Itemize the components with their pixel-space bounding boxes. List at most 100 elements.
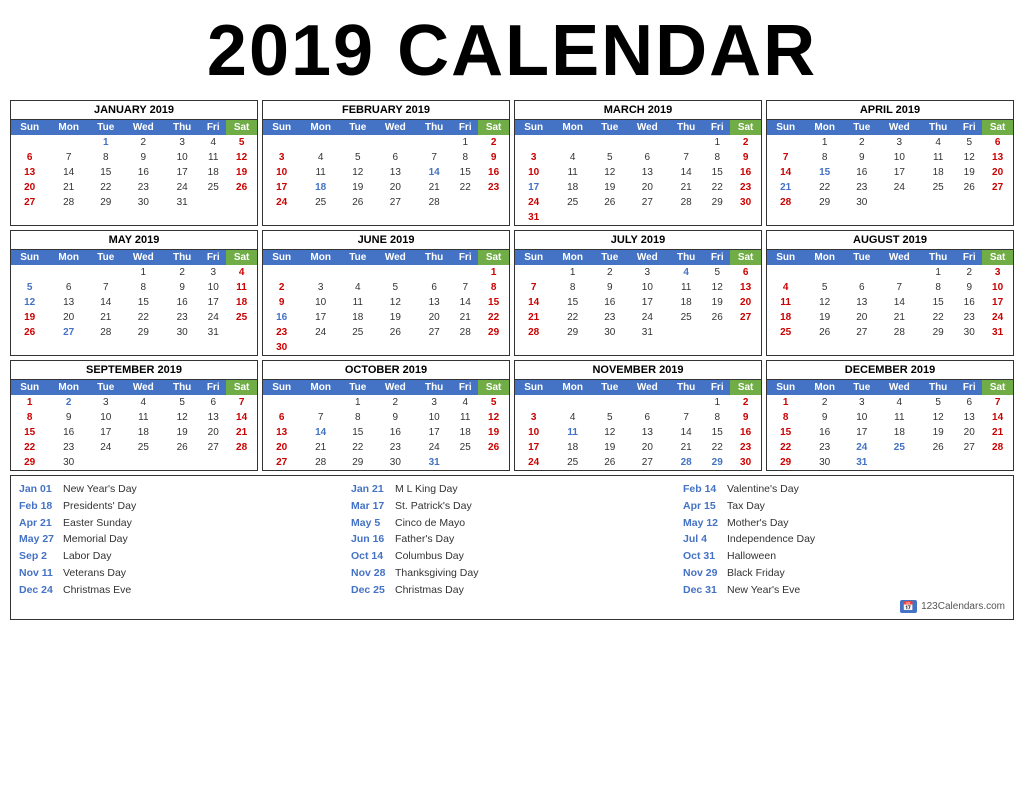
calendar-day: 5 <box>704 265 730 280</box>
calendar-day: 21 <box>515 310 552 325</box>
calendar-day: 19 <box>375 310 416 325</box>
calendar-day: 2 <box>375 395 416 410</box>
calendar-day: 10 <box>515 425 552 440</box>
holiday-date: Jun 16 <box>351 532 389 548</box>
calendar-day: 24 <box>263 195 300 210</box>
calendar-day <box>627 210 668 225</box>
calendar-day: 5 <box>478 395 509 410</box>
calendar-day: 19 <box>704 295 730 310</box>
day-header-mon: Mon <box>552 380 593 395</box>
calendar-day: 6 <box>200 395 226 410</box>
calendar-day <box>452 265 478 280</box>
calendar-day: 28 <box>416 195 452 210</box>
month-block-2: FEBRUARY 2019SunMonTueWedThuFriSat123456… <box>262 100 510 226</box>
day-header-sun: Sun <box>767 250 804 265</box>
calendar-day: 20 <box>627 180 668 195</box>
calendar-day: 28 <box>452 325 478 340</box>
calendar-day: 21 <box>89 310 123 325</box>
calendar-day: 26 <box>164 440 200 455</box>
calendar-day: 14 <box>452 295 478 310</box>
calendar-day: 13 <box>263 425 300 440</box>
holiday-name: Christmas Eve <box>63 583 131 599</box>
holiday-name: Independence Day <box>727 532 815 548</box>
day-header-sun: Sun <box>515 380 552 395</box>
calendar-day: 9 <box>48 410 89 425</box>
calendar-day: 5 <box>956 135 982 150</box>
day-header-tue: Tue <box>845 120 879 135</box>
calendar-day: 21 <box>668 180 704 195</box>
calendar-day: 24 <box>164 180 200 195</box>
calendar-day: 14 <box>416 165 452 180</box>
holiday-row: May 12Mother's Day <box>683 516 1005 532</box>
holiday-date: Jan 01 <box>19 482 57 498</box>
day-header-thu: Thu <box>416 380 452 395</box>
calendar-day: 28 <box>48 195 89 210</box>
calendar-day: 4 <box>552 410 593 425</box>
calendar-day: 12 <box>226 150 257 165</box>
day-header-sun: Sun <box>11 250 48 265</box>
calendar-day: 23 <box>956 310 982 325</box>
month-title: JANUARY 2019 <box>11 101 257 120</box>
calendar-day: 15 <box>920 295 956 310</box>
calendar-day: 6 <box>375 150 416 165</box>
calendar-day: 1 <box>804 135 845 150</box>
calendar-day: 2 <box>123 135 164 150</box>
calendar-day: 28 <box>982 440 1013 455</box>
calendar-day: 12 <box>804 295 845 310</box>
calendar-day: 11 <box>552 165 593 180</box>
calendar-day: 25 <box>552 455 593 470</box>
calendar-day: 24 <box>515 455 552 470</box>
calendar-day: 11 <box>668 280 704 295</box>
calendar-day: 20 <box>730 295 761 310</box>
calendar-day: 21 <box>416 180 452 195</box>
day-header-fri: Fri <box>704 120 730 135</box>
calendar-day: 5 <box>920 395 956 410</box>
calendar-day: 15 <box>11 425 48 440</box>
calendar-day: 15 <box>767 425 804 440</box>
calendar-day: 8 <box>452 150 478 165</box>
calendar-day: 13 <box>416 295 452 310</box>
calendar-day: 1 <box>341 395 375 410</box>
calendar-day: 6 <box>730 265 761 280</box>
calendar-day <box>956 455 982 470</box>
calendar-day: 27 <box>200 440 226 455</box>
calendar-day: 26 <box>341 195 375 210</box>
calendar-day: 27 <box>263 455 300 470</box>
calendar-day: 17 <box>263 180 300 195</box>
calendar-day: 15 <box>123 295 164 310</box>
calendar-day: 10 <box>627 280 668 295</box>
calendar-day: 31 <box>627 325 668 340</box>
calendar-day: 16 <box>845 165 879 180</box>
calendar-day: 7 <box>982 395 1013 410</box>
day-header-wed: Wed <box>375 250 416 265</box>
calendar-day: 24 <box>627 310 668 325</box>
holiday-row: Dec 25Christmas Day <box>351 583 673 599</box>
month-block-11: NOVEMBER 2019SunMonTueWedThuFriSat123456… <box>514 360 762 471</box>
day-header-thu: Thu <box>668 250 704 265</box>
calendar-day: 7 <box>879 280 920 295</box>
calendar-day: 22 <box>552 310 593 325</box>
calendar-day: 24 <box>89 440 123 455</box>
calendar-day: 6 <box>845 280 879 295</box>
calendar-day: 28 <box>515 325 552 340</box>
holiday-row: Apr 15Tax Day <box>683 499 1005 515</box>
calendar-day <box>879 455 920 470</box>
calendar-table: SunMonTueWedThuFriSat1234567891011121314… <box>767 250 1013 340</box>
holiday-name: Mother's Day <box>727 516 789 532</box>
calendar-day: 18 <box>300 180 341 195</box>
calendar-day: 13 <box>627 165 668 180</box>
calendar-day: 26 <box>920 440 956 455</box>
calendar-day: 8 <box>704 410 730 425</box>
calendar-day: 16 <box>48 425 89 440</box>
calendar-day: 3 <box>845 395 879 410</box>
calendar-day: 3 <box>515 410 552 425</box>
calendar-day: 11 <box>123 410 164 425</box>
calendar-day <box>11 135 48 150</box>
day-header-mon: Mon <box>804 380 845 395</box>
holiday-row: Mar 17St. Patrick's Day <box>351 499 673 515</box>
calendar-day: 9 <box>804 410 845 425</box>
calendar-day: 13 <box>375 165 416 180</box>
day-header-sat: Sat <box>730 250 761 265</box>
calendar-day: 22 <box>89 180 123 195</box>
holiday-date: Jul 4 <box>683 532 721 548</box>
